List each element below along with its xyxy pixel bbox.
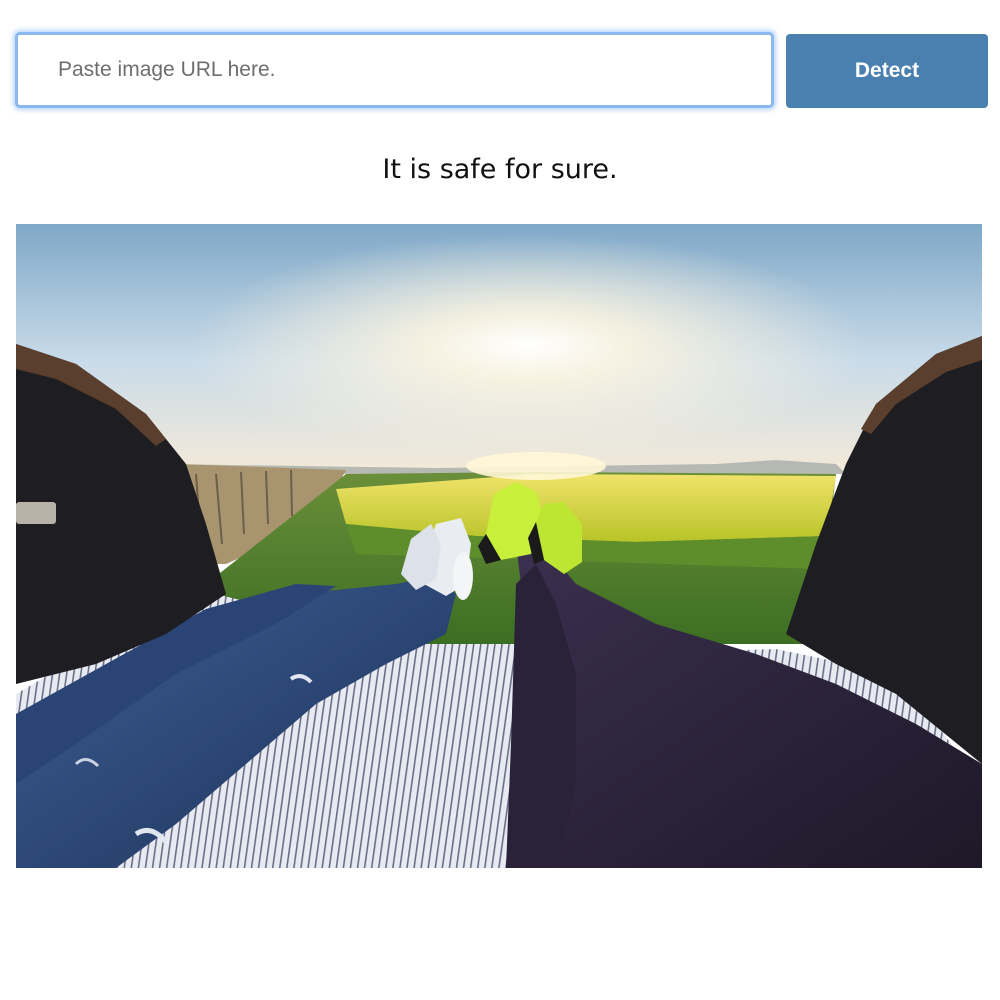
url-form: Detect <box>15 32 988 108</box>
detect-button[interactable]: Detect <box>786 34 988 108</box>
image-url-input[interactable] <box>15 32 774 108</box>
result-image <box>16 224 982 868</box>
result-message: It is safe for sure. <box>382 154 618 185</box>
